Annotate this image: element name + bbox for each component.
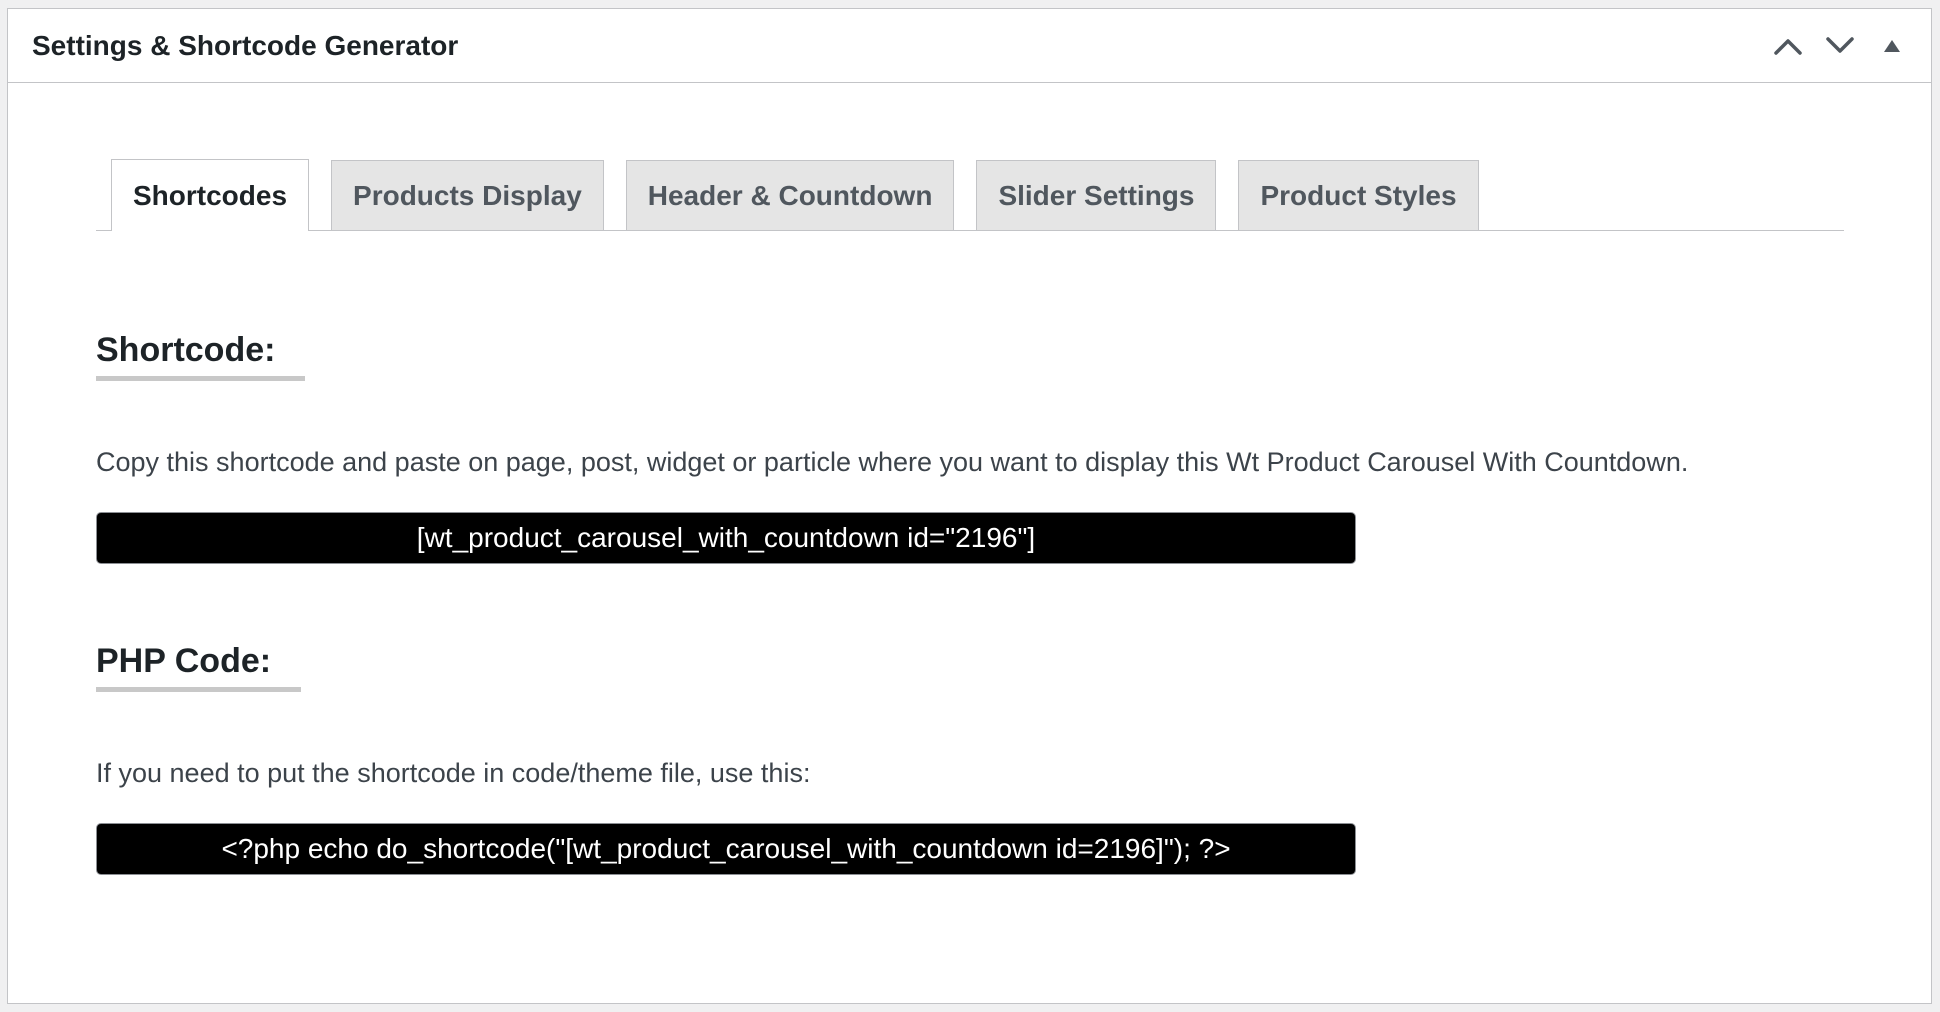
move-up-button[interactable] — [1769, 27, 1807, 65]
tab-header-countdown[interactable]: Header & Countdown — [625, 160, 955, 230]
shortcode-section: Shortcode: Copy this shortcode and paste… — [96, 331, 1931, 564]
handle-actions — [1769, 27, 1911, 65]
toggle-panel-button[interactable] — [1873, 27, 1911, 65]
php-code-description: If you need to put the shortcode in code… — [96, 758, 811, 788]
shortcode-field[interactable]: [wt_product_carousel_with_countdown id="… — [96, 512, 1356, 564]
shortcode-description: Copy this shortcode and paste on page, p… — [96, 447, 1689, 477]
postbox-header: Settings & Shortcode Generator — [8, 9, 1931, 83]
tab-products-display[interactable]: Products Display — [331, 160, 604, 230]
move-down-button[interactable] — [1821, 27, 1859, 65]
php-code-section: PHP Code: If you need to put the shortco… — [96, 642, 1931, 875]
postbox-inside: Shortcodes Products Display Header & Cou… — [8, 159, 1931, 875]
chevron-up-icon — [1774, 38, 1802, 55]
tab-slider-settings[interactable]: Slider Settings — [976, 160, 1217, 230]
php-code-heading: PHP Code: — [96, 642, 302, 692]
settings-postbox: Settings & Shortcode Generator Shortcode… — [7, 8, 1932, 1004]
triangle-up-icon — [1884, 39, 1900, 52]
chevron-down-icon — [1826, 36, 1854, 53]
tab-shortcodes[interactable]: Shortcodes — [111, 159, 310, 231]
tab-product-styles[interactable]: Product Styles — [1238, 160, 1479, 230]
shortcode-heading: Shortcode: — [96, 331, 306, 381]
settings-tabs: Shortcodes Products Display Header & Cou… — [96, 159, 1844, 231]
postbox-title: Settings & Shortcode Generator — [32, 29, 459, 61]
php-code-field[interactable]: <?php echo do_shortcode("[wt_product_car… — [96, 823, 1356, 875]
